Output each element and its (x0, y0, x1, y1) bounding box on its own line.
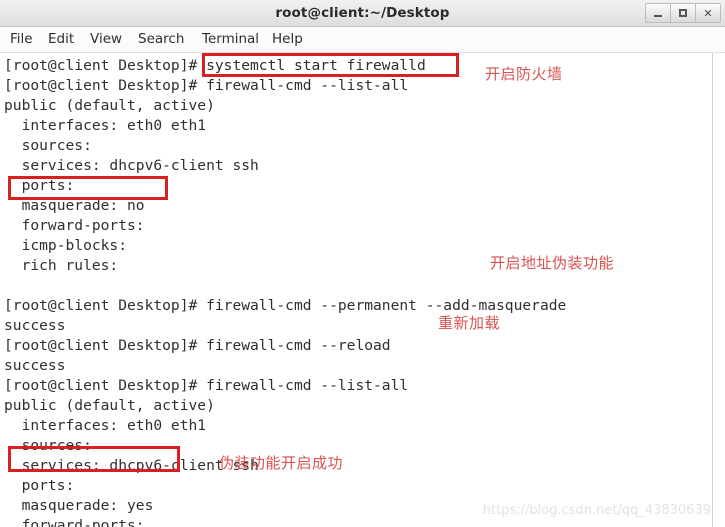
terminal-line: services: dhcpv6-client ssh (4, 157, 259, 174)
terminal-line: success (4, 357, 66, 374)
terminal-line: rich rules: (4, 257, 119, 274)
close-icon: ✕ (703, 6, 713, 20)
watermark: https://blog.csdn.net/qq_43830639 (482, 503, 711, 518)
menu-item-file[interactable]: File (10, 31, 33, 47)
terminal-line: [root@client Desktop]# firewall-cmd --re… (4, 337, 391, 354)
window-title: root@client:~/Desktop (275, 5, 450, 21)
menu-item-terminal[interactable]: Terminal (202, 31, 259, 47)
terminal-line: [root@client Desktop]# firewall-cmd --li… (4, 77, 409, 94)
minimize-icon (646, 4, 670, 22)
terminal-line: forward-ports: (4, 217, 145, 234)
start-firewall-annotation: 开启防火墙 (485, 65, 563, 83)
terminal-line: public (default, active) (4, 97, 215, 114)
terminal-line: sources: (4, 137, 92, 154)
maximize-button[interactable] (670, 3, 696, 23)
terminal-line: [root@client Desktop]# firewall-cmd --li… (4, 377, 409, 394)
menu-item-help[interactable]: Help (272, 31, 303, 47)
window-controls: ✕ (645, 3, 721, 23)
menu-item-view[interactable]: View (90, 31, 122, 47)
terminal-line: interfaces: eth0 eth1 (4, 117, 207, 134)
terminal-line: forward-ports: (4, 517, 145, 527)
enable-masquerade-annotation: 开启地址伪装功能 (490, 254, 615, 272)
terminal-line: ports: (4, 477, 75, 494)
terminal-scrollbar[interactable] (712, 53, 725, 527)
terminal-line: success (4, 317, 66, 334)
terminal-line: masquerade: yes (4, 497, 154, 514)
terminal-line: interfaces: eth0 eth1 (4, 417, 207, 434)
terminal-line: public (default, active) (4, 397, 215, 414)
terminal-window: root@client:~/Desktop ✕ File Edit View Sear… (0, 0, 725, 527)
menu-item-edit[interactable]: Edit (48, 31, 74, 47)
reload-annotation: 重新加载 (438, 314, 501, 332)
maximize-icon (671, 4, 695, 22)
minimize-button[interactable] (645, 3, 671, 23)
masquerade-success-annotation: 伪装功能开启成功 (219, 454, 344, 472)
close-button[interactable]: ✕ (695, 3, 721, 23)
masquerade-yes-box (8, 446, 180, 472)
terminal-line: icmp-blocks: (4, 237, 128, 254)
titlebar: root@client:~/Desktop ✕ (0, 0, 725, 27)
masquerade-no-box (8, 176, 168, 200)
menu-item-search[interactable]: Search (138, 31, 184, 47)
menubar: File Edit View Search Terminal Help (0, 27, 725, 53)
systemctl-command-box (202, 53, 459, 77)
